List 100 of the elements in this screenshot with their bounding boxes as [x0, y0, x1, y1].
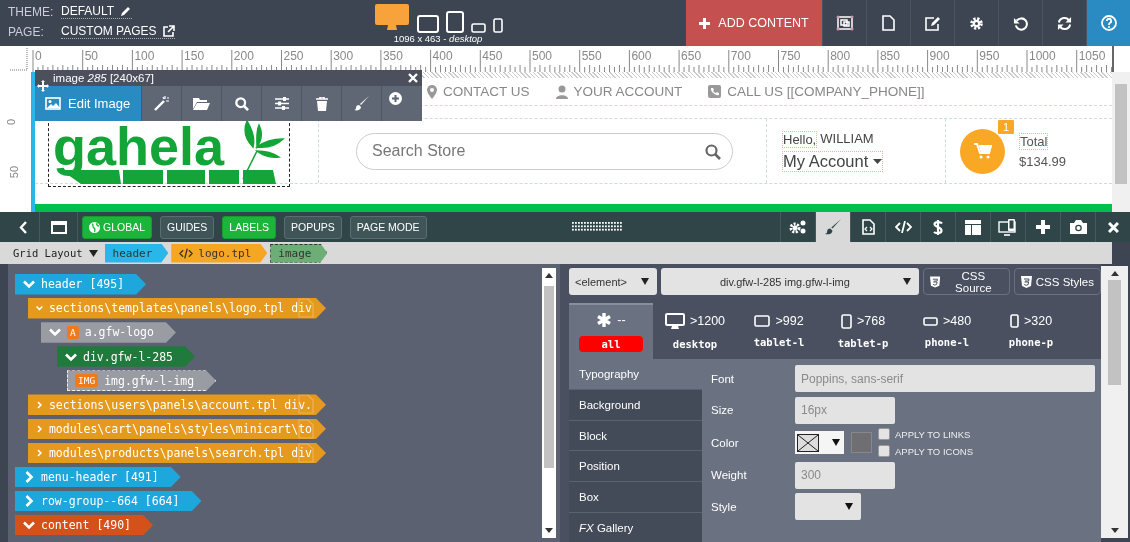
move-icon[interactable]: [37, 80, 49, 92]
edit-image-button[interactable]: Edit Image: [35, 86, 141, 121]
section-tab[interactable]: Box: [569, 482, 702, 514]
scroll-up-icon[interactable]: [1110, 271, 1119, 276]
field-label: Font: [711, 372, 735, 385]
caret-icon: [845, 503, 853, 510]
tablet-landscape-icon[interactable]: [416, 15, 439, 33]
font-field[interactable]: Poppins, sans-serif: [795, 365, 1095, 392]
color-swatch[interactable]: [851, 432, 872, 453]
section-tab[interactable]: Background: [569, 389, 702, 421]
breakpoint-label: desktop: [672, 337, 718, 350]
scroll-down-icon[interactable]: [1110, 528, 1119, 533]
ruler-corner-icon: [9, 47, 28, 71]
theme-link[interactable]: DEFAULT: [61, 4, 133, 19]
close-icon[interactable]: [408, 73, 418, 83]
tag-badge: IMG: [75, 374, 99, 388]
cart-icon: [973, 143, 992, 159]
pencil-icon: [120, 5, 133, 17]
ruler-label: 800: [830, 49, 851, 63]
cart-count-badge: 1: [996, 118, 1015, 135]
toggle-button[interactable]: GLOBAL: [82, 215, 153, 239]
tree-node[interactable]: div.gfw-l-285: [57, 346, 195, 367]
scroll-thumb[interactable]: [544, 286, 554, 468]
layers-icon: [835, 15, 854, 31]
search-icon[interactable]: [705, 143, 721, 160]
plus-icon: [699, 17, 711, 29]
breakpoint-tab[interactable]: -- all: [569, 303, 653, 359]
css-button[interactable]: CSS Source: [922, 268, 1010, 295]
breadcrumb-item[interactable]: header: [104, 243, 169, 263]
ruler-label: 650: [681, 49, 702, 63]
page-link[interactable]: CUSTOM PAGES: [61, 24, 175, 39]
section-tab[interactable]: Position: [569, 451, 702, 483]
account-menu[interactable]: My Account: [782, 151, 884, 172]
breadcrumb-item[interactable]: logo.tpl: [171, 243, 268, 263]
toggle-button[interactable]: PAGE MODE: [349, 215, 427, 239]
checkbox[interactable]: [878, 445, 890, 457]
top-link[interactable]: CONTACT US: [427, 84, 530, 99]
undo-icon: [1013, 15, 1028, 31]
color-picker[interactable]: [795, 431, 844, 454]
breakpoint-label: phone-p: [1008, 336, 1054, 348]
chevron-left-icon: [18, 220, 27, 234]
toggle-button[interactable]: LABELS: [222, 215, 276, 239]
selector-select[interactable]: div.gfw-l-285 img.gfw-l-img: [661, 268, 919, 295]
total-amount: $134.99: [1019, 154, 1066, 169]
scroll-down-icon[interactable]: [545, 528, 553, 533]
layout-select[interactable]: Grid Layout: [9, 243, 102, 263]
tablet-portrait-icon[interactable]: [445, 11, 464, 33]
breakpoint-tab[interactable]: >1200 desktop: [653, 303, 737, 359]
chevron-down-icon: [49, 326, 61, 339]
scroll-up-icon[interactable]: [545, 273, 553, 278]
ruler-label: 450: [482, 49, 503, 63]
breakpoint-tab[interactable]: >480 phone-l: [905, 303, 989, 359]
breakpoint-size: >992: [775, 314, 804, 328]
checkbox[interactable]: [878, 428, 890, 440]
top-link[interactable]: CALL US [[COMPANY_PHONE]]: [708, 84, 925, 99]
help-button[interactable]: [1086, 0, 1130, 46]
apply-checkbox[interactable]: APPLY TO LINKS: [878, 428, 973, 440]
trash-icon: [315, 96, 328, 111]
drag-handle-icon[interactable]: [571, 222, 622, 232]
tree-node[interactable]: content [490]: [15, 514, 153, 536]
layout-icon: [965, 219, 981, 235]
phone-landscape-icon[interactable]: [470, 23, 486, 33]
tag-badge: A: [67, 325, 79, 339]
brush-tool-button[interactable]: [815, 212, 850, 242]
breadcrumb-item[interactable]: image: [270, 243, 328, 263]
input-field[interactable]: 16px: [795, 396, 895, 424]
ruler-label: 1050: [1078, 49, 1106, 63]
phone-portrait-icon[interactable]: [492, 18, 503, 33]
scroll-thumb[interactable]: [1108, 280, 1121, 385]
scroll-thumb[interactable]: [1115, 84, 1127, 184]
element-select[interactable]: <element>: [569, 268, 658, 295]
ruler-label: 400: [432, 49, 453, 63]
refresh-icon: [1057, 15, 1072, 31]
breakpoint-label: tablet-p: [837, 336, 889, 349]
brush-icon: [354, 96, 369, 111]
tree-node[interactable]: menu-header [491]: [15, 466, 181, 488]
section-tab[interactable]: FX Gallery: [569, 513, 702, 542]
section-tab[interactable]: Block: [569, 420, 702, 452]
code-file-icon: [861, 219, 875, 235]
toggle-button[interactable]: GUIDES: [160, 215, 215, 239]
add-content-button[interactable]: ADD CONTENT: [686, 0, 822, 46]
css-button[interactable]: CSS Styles: [1013, 268, 1101, 295]
toggle-button[interactable]: POPUPS: [284, 215, 342, 239]
resolution-label: 1096 x 463 - desktop: [393, 33, 483, 44]
desktop-icon[interactable]: [373, 3, 410, 33]
tree-node[interactable]: header [495]: [15, 274, 147, 295]
breakpoint-tab[interactable]: >768 tablet-p: [821, 303, 905, 359]
code-icon: [179, 247, 194, 259]
tree-node[interactable]: IMG img.gfw-l-img: [67, 370, 217, 391]
tree-node[interactable]: A a.gfw-logo: [41, 322, 176, 343]
chevron-down-icon: [23, 519, 35, 532]
breakpoint-tab[interactable]: >992 tablet-l: [737, 303, 821, 359]
search-field[interactable]: Search Store: [356, 132, 733, 170]
input-field[interactable]: 300: [795, 461, 895, 489]
desktop-icon: [664, 312, 685, 330]
top-link[interactable]: YOUR ACCOUNT: [555, 84, 683, 99]
breakpoint-tab[interactable]: >320 phone-p: [989, 303, 1073, 359]
ruler-label: 500: [532, 49, 553, 63]
apply-checkbox[interactable]: APPLY TO ICONS: [878, 445, 973, 457]
tree-node[interactable]: row-group--664 [664]: [15, 490, 202, 512]
